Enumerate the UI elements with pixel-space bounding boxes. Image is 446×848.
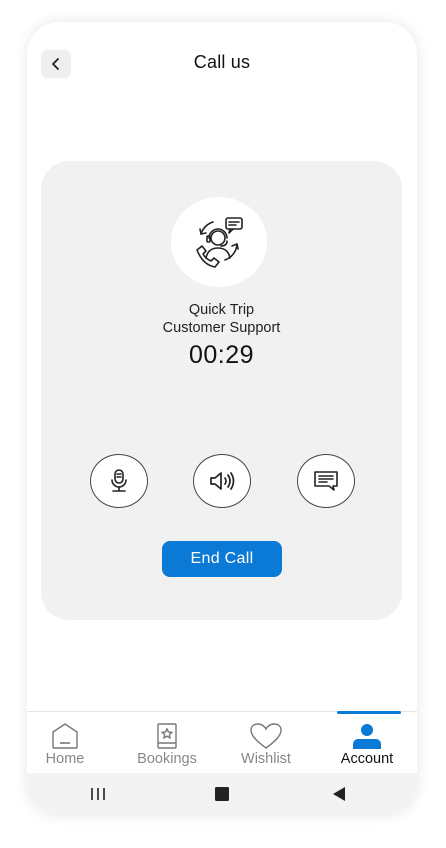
nav-item-home[interactable]: Home: [27, 712, 110, 774]
back-triangle-icon: [333, 787, 345, 801]
bookings-icon: [157, 723, 177, 749]
page-title: Call us: [193, 52, 251, 72]
nav-item-bookings[interactable]: Bookings: [122, 712, 212, 774]
system-nav-bar: [27, 773, 417, 815]
speaker-button[interactable]: [193, 454, 251, 508]
support-name: Quick Trip Customer Support: [41, 301, 402, 337]
microphone-icon: [111, 469, 127, 492]
call-timer: 00:29: [188, 341, 255, 369]
recent-apps-button[interactable]: [83, 773, 113, 815]
phone-frame: Call us Quick Trip Customer Support 00:2…: [27, 22, 417, 815]
nav-label-account: Account: [340, 751, 394, 767]
message-icon: [314, 471, 338, 491]
heart-icon: [250, 723, 282, 749]
nav-label-bookings: Bookings: [137, 751, 197, 767]
nav-label-wishlist: Wishlist: [241, 751, 291, 767]
mute-button[interactable]: [90, 454, 148, 508]
speaker-icon: [210, 472, 235, 490]
end-call-button[interactable]: End Call: [162, 541, 282, 577]
square-icon: [215, 787, 229, 801]
nav-item-wishlist[interactable]: Wishlist: [221, 712, 311, 774]
nav-label-home: Home: [45, 751, 85, 767]
chat-button[interactable]: [297, 454, 355, 508]
recent-apps-icon: [91, 788, 105, 800]
support-name-line1: Quick Trip: [188, 302, 255, 318]
support-name-line2: Customer Support: [162, 320, 281, 336]
account-icon: [353, 724, 381, 749]
nav-item-account[interactable]: Account: [322, 712, 412, 774]
support-avatar: [171, 197, 267, 287]
home-icon: [52, 723, 78, 749]
call-card: Quick Trip Customer Support 00:29 End Ca…: [41, 161, 402, 620]
bottom-nav: Home Bookings Wishlist Account: [27, 711, 417, 774]
customer-support-icon: [196, 217, 243, 268]
back-system-button[interactable]: [324, 773, 354, 815]
home-system-button[interactable]: [207, 773, 237, 815]
